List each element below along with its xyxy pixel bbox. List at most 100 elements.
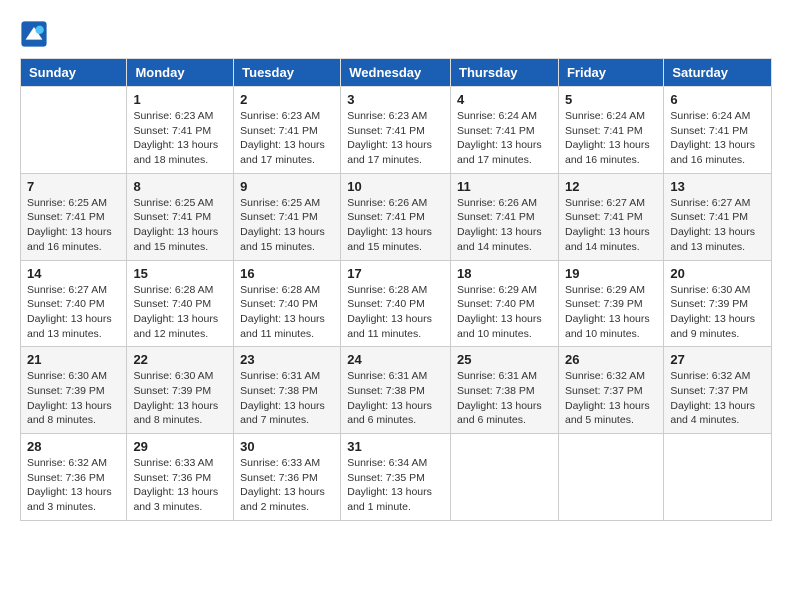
day-info: Sunrise: 6:33 AM Sunset: 7:36 PM Dayligh… <box>240 456 334 515</box>
calendar-cell: 10 Sunrise: 6:26 AM Sunset: 7:41 PM Dayli… <box>341 173 451 260</box>
day-number: 22 <box>133 352 227 367</box>
day-number: 14 <box>27 266 120 281</box>
day-info: Sunrise: 6:26 AM Sunset: 7:41 PM Dayligh… <box>457 196 552 255</box>
calendar-cell: 15 Sunrise: 6:28 AM Sunset: 7:40 PM Dayli… <box>127 260 234 347</box>
day-number: 28 <box>27 439 120 454</box>
calendar-cell: 2Sunrise: 6:23 AM Sunset: 7:41 PM Daylig… <box>234 87 341 174</box>
logo <box>20 20 50 48</box>
header-saturday: Saturday <box>664 59 772 87</box>
calendar-cell: 23Sunrise: 6:31 AM Sunset: 7:38 PM Dayli… <box>234 347 341 434</box>
calendar-week-1: 1 Sunrise: 6:23 AM Sunset: 7:41 PM Daylig… <box>21 87 772 174</box>
calendar-cell: 25 Sunrise: 6:31 AM Sunset: 7:38 PM Dayli… <box>451 347 559 434</box>
day-info: Sunrise: 6:28 AM Sunset: 7:40 PM Dayligh… <box>347 283 444 342</box>
calendar-cell: 28Sunrise: 6:32 AM Sunset: 7:36 PM Dayli… <box>21 434 127 521</box>
day-info: Sunrise: 6:26 AM Sunset: 7:41 PM Dayligh… <box>347 196 444 255</box>
day-info: Sunrise: 6:27 AM Sunset: 7:41 PM Dayligh… <box>565 196 657 255</box>
day-number: 7 <box>27 179 120 194</box>
calendar-cell: 4 Sunrise: 6:24 AM Sunset: 7:41 PM Daylig… <box>451 87 559 174</box>
day-info: Sunrise: 6:23 AM Sunset: 7:41 PM Dayligh… <box>133 109 227 168</box>
calendar-cell: 9 Sunrise: 6:25 AM Sunset: 7:41 PM Daylig… <box>234 173 341 260</box>
day-number: 15 <box>133 266 227 281</box>
calendar-cell: 11 Sunrise: 6:26 AM Sunset: 7:41 PM Dayli… <box>451 173 559 260</box>
day-number: 13 <box>670 179 765 194</box>
day-number: 30 <box>240 439 334 454</box>
day-number: 18 <box>457 266 552 281</box>
calendar-cell: 1 Sunrise: 6:23 AM Sunset: 7:41 PM Daylig… <box>127 87 234 174</box>
calendar-cell: 29 Sunrise: 6:33 AM Sunset: 7:36 PM Dayli… <box>127 434 234 521</box>
day-info: Sunrise: 6:28 AM Sunset: 7:40 PM Dayligh… <box>240 283 334 342</box>
day-number: 27 <box>670 352 765 367</box>
calendar-cell <box>558 434 663 521</box>
calendar-cell: 16 Sunrise: 6:28 AM Sunset: 7:40 PM Dayli… <box>234 260 341 347</box>
day-info: Sunrise: 6:32 AM Sunset: 7:37 PM Dayligh… <box>565 369 657 428</box>
day-info: Sunrise: 6:31 AM Sunset: 7:38 PM Dayligh… <box>240 369 334 428</box>
day-number: 31 <box>347 439 444 454</box>
header-wednesday: Wednesday <box>341 59 451 87</box>
day-number: 25 <box>457 352 552 367</box>
day-number: 2 <box>240 92 334 107</box>
day-number: 29 <box>133 439 227 454</box>
calendar-cell: 26 Sunrise: 6:32 AM Sunset: 7:37 PM Dayli… <box>558 347 663 434</box>
calendar-cell: 27Sunrise: 6:32 AM Sunset: 7:37 PM Dayli… <box>664 347 772 434</box>
day-number: 10 <box>347 179 444 194</box>
day-number: 26 <box>565 352 657 367</box>
day-info: Sunrise: 6:25 AM Sunset: 7:41 PM Dayligh… <box>27 196 120 255</box>
day-number: 6 <box>670 92 765 107</box>
day-info: Sunrise: 6:31 AM Sunset: 7:38 PM Dayligh… <box>347 369 444 428</box>
day-number: 3 <box>347 92 444 107</box>
calendar-cell: 17 Sunrise: 6:28 AM Sunset: 7:40 PM Dayli… <box>341 260 451 347</box>
calendar-cell <box>664 434 772 521</box>
day-info: Sunrise: 6:28 AM Sunset: 7:40 PM Dayligh… <box>133 283 227 342</box>
day-number: 5 <box>565 92 657 107</box>
day-number: 20 <box>670 266 765 281</box>
day-number: 16 <box>240 266 334 281</box>
day-info: Sunrise: 6:24 AM Sunset: 7:41 PM Dayligh… <box>670 109 765 168</box>
day-info: Sunrise: 6:24 AM Sunset: 7:41 PM Dayligh… <box>457 109 552 168</box>
calendar-cell: 5 Sunrise: 6:24 AM Sunset: 7:41 PM Daylig… <box>558 87 663 174</box>
header-friday: Friday <box>558 59 663 87</box>
calendar-cell: 30 Sunrise: 6:33 AM Sunset: 7:36 PM Dayli… <box>234 434 341 521</box>
calendar-cell: 7 Sunrise: 6:25 AM Sunset: 7:41 PM Daylig… <box>21 173 127 260</box>
day-number: 9 <box>240 179 334 194</box>
header-thursday: Thursday <box>451 59 559 87</box>
day-info: Sunrise: 6:24 AM Sunset: 7:41 PM Dayligh… <box>565 109 657 168</box>
calendar-cell: 24 Sunrise: 6:31 AM Sunset: 7:38 PM Dayli… <box>341 347 451 434</box>
calendar-cell: 18 Sunrise: 6:29 AM Sunset: 7:40 PM Dayli… <box>451 260 559 347</box>
day-number: 12 <box>565 179 657 194</box>
calendar-cell <box>21 87 127 174</box>
day-info: Sunrise: 6:25 AM Sunset: 7:41 PM Dayligh… <box>240 196 334 255</box>
calendar-cell: 14Sunrise: 6:27 AM Sunset: 7:40 PM Dayli… <box>21 260 127 347</box>
day-info: Sunrise: 6:30 AM Sunset: 7:39 PM Dayligh… <box>27 369 120 428</box>
day-number: 1 <box>133 92 227 107</box>
logo-icon <box>20 20 48 48</box>
day-info: Sunrise: 6:30 AM Sunset: 7:39 PM Dayligh… <box>670 283 765 342</box>
day-number: 11 <box>457 179 552 194</box>
calendar-cell: 31Sunrise: 6:34 AM Sunset: 7:35 PM Dayli… <box>341 434 451 521</box>
day-number: 8 <box>133 179 227 194</box>
page-header <box>20 20 772 48</box>
calendar-week-3: 14Sunrise: 6:27 AM Sunset: 7:40 PM Dayli… <box>21 260 772 347</box>
header-tuesday: Tuesday <box>234 59 341 87</box>
day-number: 17 <box>347 266 444 281</box>
calendar-cell: 13 Sunrise: 6:27 AM Sunset: 7:41 PM Dayli… <box>664 173 772 260</box>
calendar-cell: 20 Sunrise: 6:30 AM Sunset: 7:39 PM Dayli… <box>664 260 772 347</box>
calendar-week-4: 21 Sunrise: 6:30 AM Sunset: 7:39 PM Dayli… <box>21 347 772 434</box>
day-number: 21 <box>27 352 120 367</box>
day-info: Sunrise: 6:31 AM Sunset: 7:38 PM Dayligh… <box>457 369 552 428</box>
day-info: Sunrise: 6:27 AM Sunset: 7:41 PM Dayligh… <box>670 196 765 255</box>
day-number: 24 <box>347 352 444 367</box>
day-info: Sunrise: 6:33 AM Sunset: 7:36 PM Dayligh… <box>133 456 227 515</box>
calendar-cell: 22Sunrise: 6:30 AM Sunset: 7:39 PM Dayli… <box>127 347 234 434</box>
calendar-cell: 6 Sunrise: 6:24 AM Sunset: 7:41 PM Daylig… <box>664 87 772 174</box>
calendar-cell: 3 Sunrise: 6:23 AM Sunset: 7:41 PM Daylig… <box>341 87 451 174</box>
day-number: 4 <box>457 92 552 107</box>
day-info: Sunrise: 6:23 AM Sunset: 7:41 PM Dayligh… <box>347 109 444 168</box>
day-info: Sunrise: 6:29 AM Sunset: 7:40 PM Dayligh… <box>457 283 552 342</box>
header-monday: Monday <box>127 59 234 87</box>
calendar-cell <box>451 434 559 521</box>
header-sunday: Sunday <box>21 59 127 87</box>
day-info: Sunrise: 6:29 AM Sunset: 7:39 PM Dayligh… <box>565 283 657 342</box>
calendar-header-row: SundayMondayTuesdayWednesdayThursdayFrid… <box>21 59 772 87</box>
calendar-week-2: 7 Sunrise: 6:25 AM Sunset: 7:41 PM Daylig… <box>21 173 772 260</box>
day-info: Sunrise: 6:25 AM Sunset: 7:41 PM Dayligh… <box>133 196 227 255</box>
